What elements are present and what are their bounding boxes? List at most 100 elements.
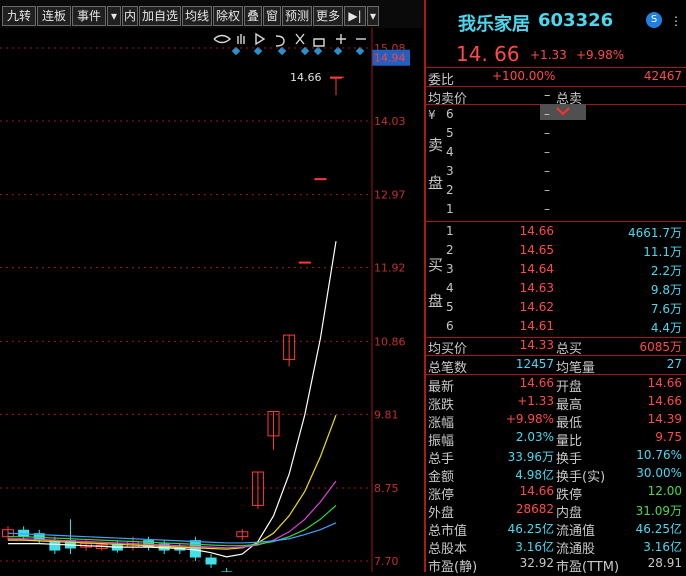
- stat-label: 内盘: [556, 506, 583, 521]
- sell-side-label-2: 盘: [428, 174, 444, 192]
- toolbar-button-menu[interactable]: ▾: [367, 6, 379, 26]
- hand-icon: [237, 34, 245, 44]
- stat-value: 9.75: [655, 430, 682, 444]
- stat-value: 2.03%: [515, 430, 554, 444]
- avg-buy-value: 14.33: [519, 338, 554, 352]
- y-tick-label: 8.75: [374, 482, 399, 495]
- stat-label: 开盘: [556, 380, 583, 395]
- scissors-icon: [295, 33, 305, 45]
- candle-body-up: [314, 178, 327, 181]
- candle-body-up: [298, 261, 311, 264]
- buy-level-volume: 2.2万: [650, 264, 682, 278]
- y-tick-label: 9.81: [374, 408, 399, 421]
- y-tick-label: 7.70: [374, 555, 399, 568]
- toolbar-button-ma[interactable]: 均线: [182, 6, 212, 26]
- buy-level-price: 14.62: [519, 300, 554, 314]
- toolbar-button-add-watchlist[interactable]: 加自选: [139, 6, 181, 26]
- weibi-pct: +100.00%: [492, 69, 556, 83]
- toolbar-button-forecast[interactable]: 预测: [282, 6, 312, 26]
- buy-level-num: 1: [446, 224, 454, 238]
- toolbar-button-shijian[interactable]: 事件: [72, 6, 106, 26]
- stat-value: 3.16亿: [515, 540, 554, 554]
- stat-label: 涨幅: [428, 416, 455, 431]
- stat-value: 10.76%: [636, 448, 682, 462]
- y-tick-label: 12.97: [374, 189, 406, 202]
- moving-average-line: [8, 414, 337, 550]
- eye-icon: [213, 34, 232, 44]
- quote-panel: 我乐家居 603326 S ⋮ 14. 66 +1.33 +9.98% 委比 +…: [426, 0, 686, 575]
- toolbar-button-window[interactable]: 窗: [263, 6, 281, 26]
- stat-label: 总手: [428, 452, 455, 467]
- stat-value: 14.66: [519, 484, 554, 498]
- kline-chart[interactable]: 15.08 14.94 14.03 12.97 11.92 10.86 9.81 8.75 7.…: [0, 28, 424, 576]
- last-price-label: 14.66: [290, 71, 322, 84]
- buy-level-volume: 11.1万: [643, 245, 682, 259]
- stat-value: 4.98亿: [515, 468, 554, 482]
- stat-value: 28.91: [647, 556, 682, 570]
- divider: [426, 221, 686, 222]
- toolbar-button-play-end[interactable]: ▶|: [344, 6, 366, 26]
- stat-label: 总股本: [428, 542, 468, 557]
- sell-side-label-1: 卖: [428, 136, 444, 154]
- toolbar-button-jiuzhuan[interactable]: 九转: [2, 6, 36, 26]
- divider: [426, 355, 686, 356]
- stat-value: 14.66: [519, 376, 554, 390]
- y-tick-label: 11.92: [374, 262, 406, 275]
- sell-level-price: –: [544, 202, 550, 216]
- stat-value: 28682: [515, 502, 554, 516]
- divider: [426, 86, 686, 87]
- sell-level-num: 5: [446, 126, 454, 140]
- stock-name: 我乐家居: [458, 14, 530, 35]
- stat-value: +1.33: [517, 394, 554, 408]
- price-change-pct: +9.98%: [576, 48, 625, 62]
- more-icon[interactable]: ⋮: [670, 14, 682, 28]
- price-highlight-label: 14.94: [374, 52, 406, 65]
- buy-level-num: 6: [446, 319, 454, 333]
- sell-level-price: –: [544, 164, 550, 178]
- buy-level-price: 14.64: [519, 262, 554, 276]
- buy-level-price: 14.66: [519, 224, 554, 238]
- stat-value: 14.66: [647, 376, 682, 390]
- moving-average-line: [8, 241, 337, 558]
- total-trades-value: 12457: [515, 357, 554, 371]
- buy-level-num: 2: [446, 243, 454, 257]
- play-icon: [255, 32, 266, 46]
- info-icon[interactable]: S: [646, 12, 662, 28]
- stock-code: 603326: [538, 10, 614, 31]
- toolbar-button-overlay[interactable]: 叠: [244, 6, 262, 26]
- chart-toolbar: 九转 连板 事件 ▾ 内加自选 均线 除权叠窗预测 更多 ▶| ▾: [0, 0, 424, 28]
- stat-value: 46.25亿: [507, 522, 554, 536]
- lock-icon: [313, 38, 325, 47]
- sell-level-num: 4: [446, 145, 454, 159]
- stat-value: 30.00%: [636, 466, 682, 480]
- price-change: +1.33: [530, 48, 567, 62]
- sell-level-price: –: [544, 107, 550, 121]
- buy-level-volume: 4.4万: [650, 321, 682, 335]
- buy-level-price: 14.61: [519, 319, 554, 333]
- candle-body-down: [189, 540, 201, 558]
- buy-side-label-1: 买: [428, 256, 444, 274]
- toolbar-button-dropdown[interactable]: ▾: [107, 6, 121, 26]
- stat-label: 流通值: [556, 524, 596, 539]
- sell-level-num: 3: [446, 164, 454, 178]
- zoom-in-icon: [336, 34, 346, 44]
- toolbar-button-more[interactable]: 更多: [313, 6, 343, 26]
- stat-label: 市盈(TTM): [556, 560, 620, 575]
- buy-level-price: 14.63: [519, 281, 554, 295]
- weibi-value: 42467: [643, 69, 682, 83]
- stat-label: 涨停: [428, 488, 455, 503]
- stat-value: 14.39: [647, 412, 682, 426]
- stat-value: 32.92: [519, 556, 554, 570]
- y-tick-label: 14.03: [374, 115, 406, 128]
- stat-label: 换手(实): [556, 470, 606, 485]
- stat-label: 量比: [556, 434, 583, 449]
- stat-label: 换手: [556, 452, 583, 467]
- undo-icon: [275, 35, 285, 47]
- divider: [426, 104, 540, 105]
- toolbar-button-lianban[interactable]: 连板: [37, 6, 71, 26]
- kline-chart-svg[interactable]: 15.0814.9414.0312.9711.9210.869.818.757.…: [0, 28, 424, 576]
- toolbar-button-exright[interactable]: 除权: [213, 6, 243, 26]
- sell-level-num: 2: [446, 183, 454, 197]
- toolbar-button-nei[interactable]: 内: [122, 6, 138, 26]
- stat-label: 总市值: [428, 524, 468, 539]
